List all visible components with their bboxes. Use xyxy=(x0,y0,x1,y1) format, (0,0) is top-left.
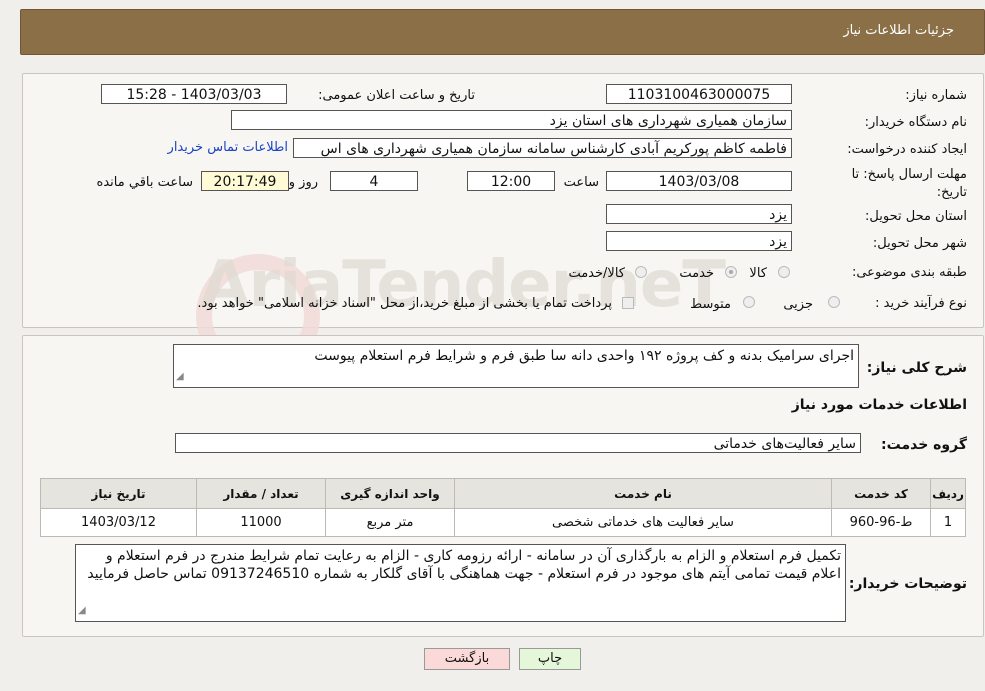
requester-label: ایجاد کننده درخواست: xyxy=(847,142,967,157)
table-row: 1 ط-96-960 سایر فعالیت های خدماتی شخصی م… xyxy=(40,508,966,537)
buyer-notes-textarea[interactable]: تکمیل فرم استعلام و الزام به بارگذاری آن… xyxy=(75,544,846,622)
page-title: جزئیات اطلاعات نیاز xyxy=(843,23,954,38)
province-label: استان محل تحویل: xyxy=(865,209,967,224)
days-field: 4 xyxy=(330,171,418,191)
remaining-label: ساعت باقي مانده xyxy=(96,175,193,190)
service-group-label: گروه خدمت: xyxy=(881,437,967,453)
col-need-date: تاریخ نیاز xyxy=(40,478,197,509)
category-goods-service-label: کالا/خدمت xyxy=(568,266,625,281)
buyer-org-field: سازمان همیاری شهرداری های استان یزد xyxy=(231,110,792,130)
category-goods-service-radio[interactable] xyxy=(635,266,647,278)
purchase-medium-radio[interactable] xyxy=(743,296,755,308)
print-button[interactable]: چاپ xyxy=(519,648,581,670)
back-button[interactable]: بازگشت xyxy=(424,648,510,670)
description-text: اجرای سرامیک بدنه و کف پروژه ۱۹۲ واحدی د… xyxy=(314,348,854,364)
col-service-name: نام خدمت xyxy=(454,478,832,509)
col-row-number: ردیف xyxy=(930,478,966,509)
purchase-minor-radio[interactable] xyxy=(828,296,840,308)
contact-info-link[interactable]: اطلاعات تماس خریدار xyxy=(168,140,288,155)
requester-field: فاطمه کاظم پورکریم آبادی کارشناس سامانه … xyxy=(293,138,792,158)
services-section-title: اطلاعات خدمات مورد نیاز xyxy=(791,397,967,413)
cell-quantity: 11000 xyxy=(196,508,326,537)
deadline-time-label: ساعت xyxy=(563,175,599,190)
resize-grip-icon[interactable]: ◢ xyxy=(176,368,184,386)
cell-service-name: سایر فعالیت های خدماتی شخصی xyxy=(454,508,832,537)
deadline-label: مهلت ارسال پاسخ: تا تاریخ: xyxy=(851,167,967,200)
page-header: جزئیات اطلاعات نیاز xyxy=(20,9,985,55)
cell-need-date: 1403/03/12 xyxy=(40,508,197,537)
table-header-row: ردیف کد خدمت نام خدمت واحد اندازه گیری ت… xyxy=(40,478,966,509)
resize-grip-icon[interactable]: ◢ xyxy=(78,602,86,620)
province-field: یزد xyxy=(606,204,792,224)
col-quantity: تعداد / مقدار xyxy=(196,478,326,509)
buyer-org-label: نام دستگاه خریدار: xyxy=(864,115,967,130)
purchase-medium-label: متوسط xyxy=(690,297,731,312)
description-label: شرح کلی نیاز: xyxy=(866,360,967,376)
city-label: شهر محل تحویل: xyxy=(872,236,967,251)
service-group-field: سایر فعالیت‌های خدماتی xyxy=(175,433,861,453)
payment-note: پرداخت تمام یا بخشی از مبلغ خرید،از محل … xyxy=(197,296,612,311)
deadline-date-field: 1403/03/08 xyxy=(606,171,792,191)
col-service-code: کد خدمت xyxy=(831,478,931,509)
need-number-field: 1103100463000075 xyxy=(606,84,792,104)
category-goods-label: کالا xyxy=(749,266,767,281)
purchase-type-label: نوع فرآیند خرید : xyxy=(875,296,967,311)
remaining-time-field: 20:17:49 xyxy=(201,171,289,191)
cell-row-number: 1 xyxy=(930,508,966,537)
buyer-notes-label: توضیحات خریدار: xyxy=(848,576,967,592)
category-label: طبقه بندی موضوعی: xyxy=(851,265,967,280)
buyer-notes-text: تکمیل فرم استعلام و الزام به بارگذاری آن… xyxy=(87,548,841,582)
cell-service-code: ط-96-960 xyxy=(831,508,931,537)
services-table: ردیف کد خدمت نام خدمت واحد اندازه گیری ت… xyxy=(40,478,966,537)
category-goods-radio[interactable] xyxy=(778,266,790,278)
category-service-label: خدمت xyxy=(679,266,714,281)
treasury-bond-checkbox[interactable] xyxy=(622,297,634,309)
category-service-radio[interactable] xyxy=(725,266,737,278)
days-label: روز و xyxy=(288,175,318,190)
announce-field: 1403/03/03 - 15:28 xyxy=(101,84,287,104)
cell-unit: متر مربع xyxy=(325,508,455,537)
deadline-time-field: 12:00 xyxy=(467,171,555,191)
announce-label: تاریخ و ساعت اعلان عمومی: xyxy=(318,88,475,103)
purchase-minor-label: جزیی xyxy=(783,297,813,312)
need-number-label: شماره نیاز: xyxy=(905,88,967,103)
description-textarea[interactable]: اجرای سرامیک بدنه و کف پروژه ۱۹۲ واحدی د… xyxy=(173,344,859,388)
col-unit: واحد اندازه گیری xyxy=(325,478,455,509)
city-field: یزد xyxy=(606,231,792,251)
